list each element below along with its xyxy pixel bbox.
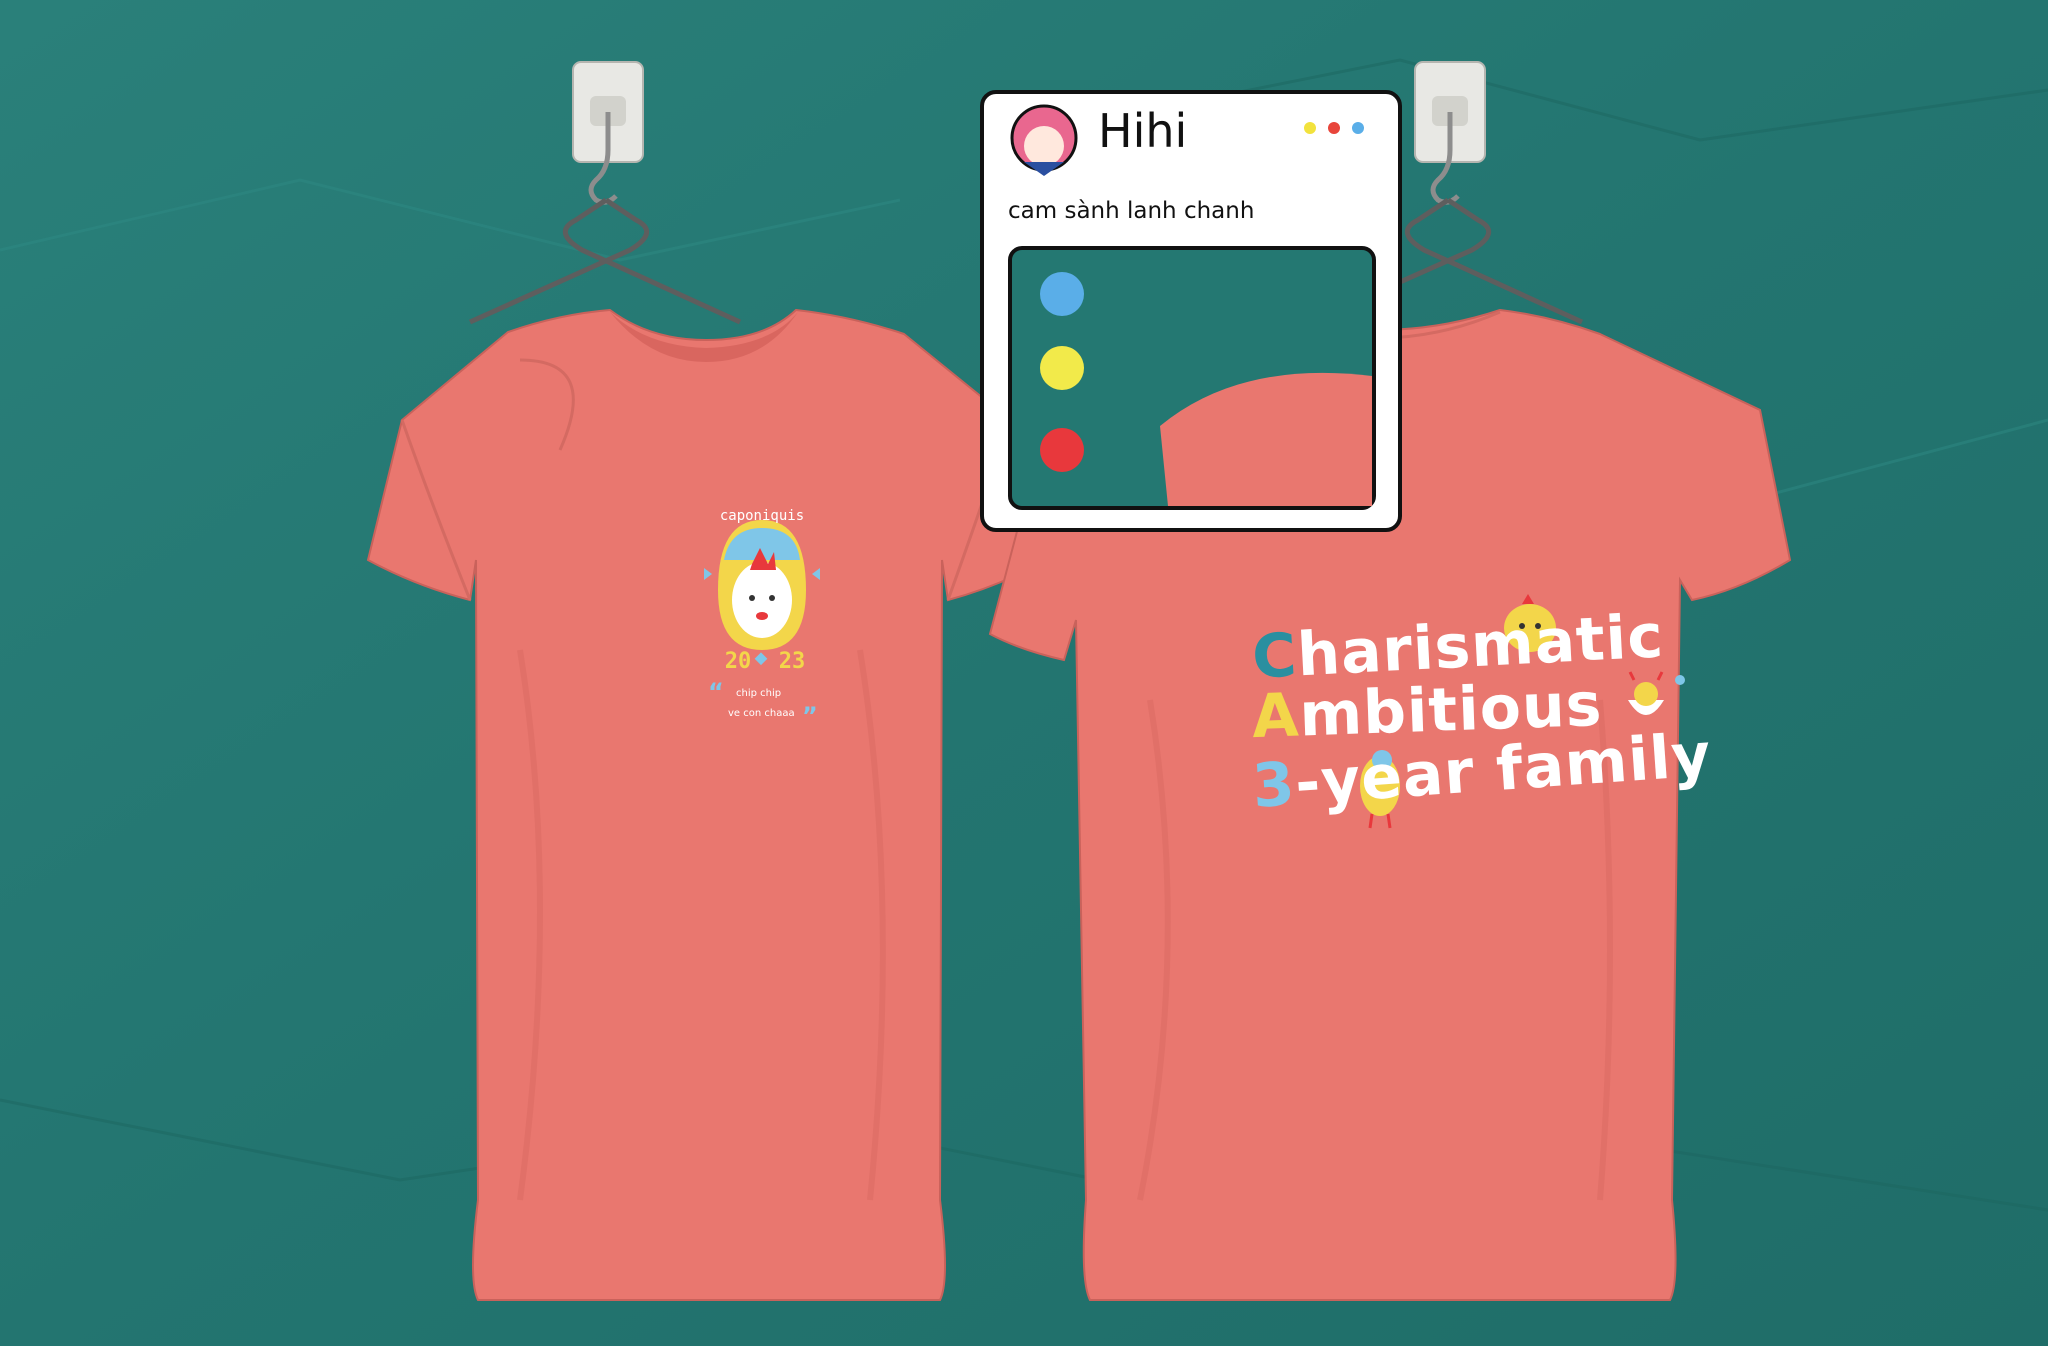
card-subtitle: cam sành lanh chanh bbox=[1008, 198, 1255, 224]
close-quote-icon: ” bbox=[802, 702, 818, 730]
logo-arc-text: caponiquis bbox=[720, 508, 804, 524]
logo-quote-line2: ve con chaaa bbox=[728, 708, 795, 719]
color-palette-card bbox=[980, 90, 1402, 532]
swatch-blue bbox=[1040, 272, 1084, 316]
logo-quote-line1: chip chip bbox=[736, 688, 781, 699]
initial-3: 3 bbox=[1250, 749, 1298, 822]
yellow-dot-icon bbox=[1304, 122, 1316, 134]
blue-dot-icon bbox=[1352, 122, 1364, 134]
logo-year-right: 23 bbox=[779, 649, 806, 674]
swatch-red bbox=[1040, 428, 1084, 472]
initial-a: A bbox=[1250, 680, 1301, 753]
open-quote-icon: “ bbox=[708, 678, 724, 706]
card-title: Hihi bbox=[1098, 104, 1188, 158]
logo-year-left: 20 bbox=[725, 649, 752, 674]
swatch-yellow bbox=[1040, 346, 1084, 390]
red-dot-icon bbox=[1328, 122, 1340, 134]
